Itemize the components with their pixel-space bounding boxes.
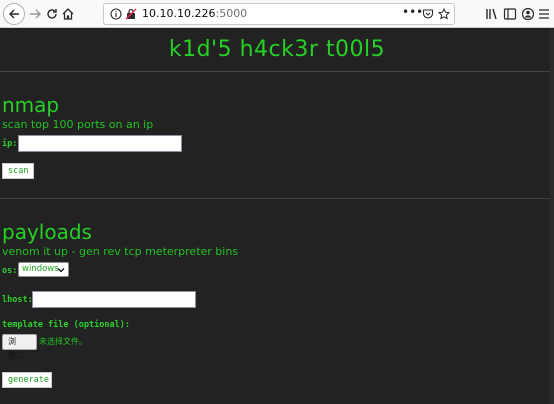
home-icon	[62, 8, 74, 20]
account-button[interactable]	[521, 6, 537, 22]
divider	[0, 71, 554, 72]
nmap-description: scan top 100 ports on an ip	[2, 118, 154, 131]
ip-input[interactable]	[18, 135, 182, 152]
divider	[0, 198, 554, 199]
payloads-description: venom it up - gen rev tcp meterpreter bi…	[2, 245, 239, 258]
insecure-lock-icon	[125, 8, 137, 20]
account-icon	[521, 7, 535, 21]
payloads-heading: payloads	[2, 220, 92, 244]
ip-label: ip:	[2, 139, 18, 149]
arrow-left-icon	[9, 9, 19, 19]
template-file-label: template file (optional):	[2, 320, 130, 330]
sidebar-button[interactable]	[503, 6, 519, 22]
url-port: :5000	[215, 7, 248, 20]
url-bar[interactable]: 10.10.10.226:5000 •••	[103, 3, 455, 25]
lhost-label: lhost:	[2, 295, 33, 305]
scan-button[interactable]: scan	[2, 163, 34, 179]
chevron-down-icon	[57, 268, 65, 273]
info-icon	[110, 8, 122, 20]
browser-toolbar: 10.10.10.226:5000 •••	[0, 0, 554, 28]
lhost-input[interactable]	[32, 291, 196, 308]
nmap-heading: nmap	[2, 93, 60, 117]
pocket-icon[interactable]	[422, 8, 434, 20]
forward-button[interactable]	[29, 6, 45, 22]
os-label: os:	[2, 266, 18, 276]
bookmark-star-icon[interactable]	[438, 8, 450, 20]
page-title: k1d'5 h4ck3r t00l5	[168, 37, 386, 62]
generate-button[interactable]: generate	[2, 372, 52, 388]
reload-icon	[47, 9, 57, 19]
url-host: 10.10.10.226	[142, 7, 216, 20]
page-content: k1d'5 h4ck3r t00l5 nmap scan top 100 por…	[0, 29, 554, 404]
home-button[interactable]	[61, 6, 77, 22]
library-icon	[486, 8, 497, 20]
browse-button[interactable]: 浏览...	[2, 334, 37, 360]
back-button[interactable]	[3, 3, 25, 25]
hamburger-menu-icon	[539, 9, 549, 19]
menu-button[interactable]	[538, 6, 554, 22]
arrow-right-icon	[30, 9, 41, 19]
url-text: 10.10.10.226:5000	[142, 7, 247, 20]
sidebar-icon	[503, 8, 517, 20]
os-selected-value: windows	[22, 264, 59, 274]
reload-button[interactable]	[45, 6, 61, 22]
page-actions-icon[interactable]: •••	[402, 5, 423, 19]
scrollbar[interactable]	[550, 29, 554, 404]
os-select[interactable]: windows	[18, 262, 69, 277]
file-status-text: 未选择文件。	[39, 337, 87, 346]
library-button[interactable]	[485, 6, 501, 22]
